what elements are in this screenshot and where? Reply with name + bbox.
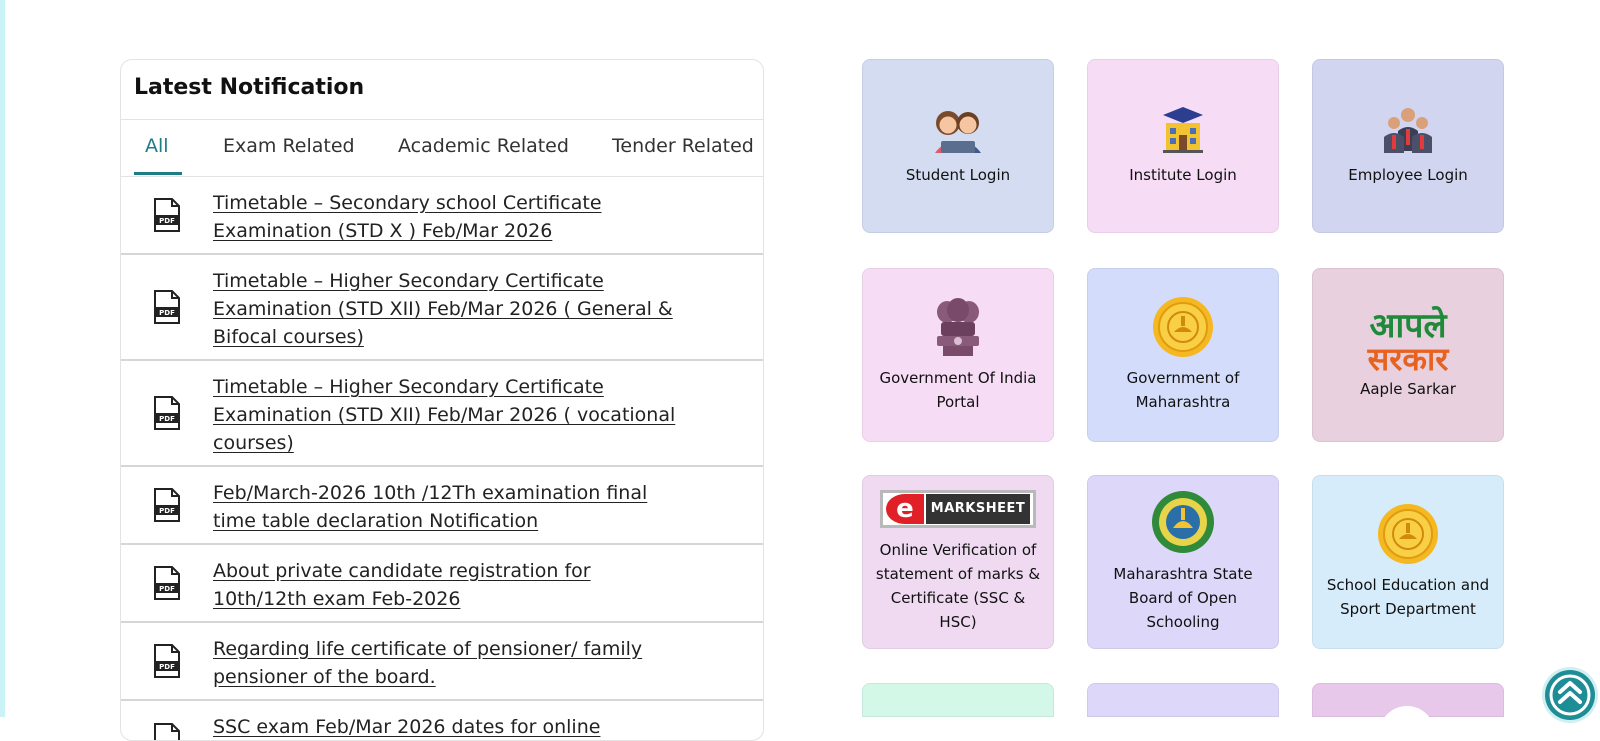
institute-building-icon bbox=[1158, 105, 1208, 155]
tile-label: Government of Maharashtra bbox=[1126, 369, 1240, 411]
pdf-icon: PDF bbox=[154, 290, 180, 324]
list-item: PDF About private candidate registration… bbox=[121, 545, 763, 623]
left-edge-strip bbox=[0, 0, 5, 717]
student-login-tile[interactable]: Student Login bbox=[862, 59, 1054, 233]
tab-tender-related[interactable]: Tender Related bbox=[612, 135, 754, 157]
notification-link[interactable]: Feb/March-2026 10th /12Th examination fi… bbox=[213, 479, 683, 535]
list-item: PDF Timetable – Secondary school Certifi… bbox=[121, 177, 763, 255]
government-of-maharashtra-tile[interactable]: Government of Maharashtra bbox=[1087, 268, 1279, 442]
svg-text:PDF: PDF bbox=[159, 663, 175, 671]
students-icon bbox=[931, 105, 985, 155]
tile-label: Student Login bbox=[905, 166, 1011, 184]
institute-login-tile[interactable]: Institute Login bbox=[1087, 59, 1279, 233]
scroll-to-top-button[interactable] bbox=[1545, 670, 1595, 720]
chevron-up-icon bbox=[1549, 674, 1591, 716]
list-item: PDF SSC exam Feb/Mar 2026 dates for onli… bbox=[121, 701, 763, 740]
tile-label: Aaple Sarkar bbox=[1360, 380, 1456, 398]
svg-text:PDF: PDF bbox=[159, 585, 175, 593]
notification-link[interactable]: About private candidate registration for… bbox=[213, 557, 683, 613]
tile-label: Employee Login bbox=[1348, 166, 1468, 184]
aaple-sarkar-tile[interactable]: आपले सरकार Aaple Sarkar bbox=[1312, 268, 1504, 442]
tile-partial[interactable] bbox=[1312, 683, 1504, 736]
notification-link[interactable]: Regarding life certificate of pensioner/… bbox=[213, 635, 683, 691]
tile-label: Online Verification of statement of mark… bbox=[875, 541, 1041, 631]
e-letter-icon: e bbox=[886, 494, 924, 524]
list-item: PDF Timetable – Higher Secondary Certifi… bbox=[121, 255, 763, 361]
notification-link[interactable]: Timetable – Secondary school Certificate… bbox=[213, 189, 683, 245]
tile-label: School Education and Sport Department bbox=[1326, 576, 1490, 618]
maharashtra-seal-icon bbox=[1377, 503, 1439, 565]
tile-label: Maharashtra State Board of Open Schoolin… bbox=[1113, 565, 1253, 631]
tile-icon-partial bbox=[1379, 706, 1435, 736]
employees-icon bbox=[1382, 105, 1434, 155]
active-tab-indicator bbox=[134, 172, 182, 175]
logo-text: सरकार bbox=[1367, 340, 1449, 378]
national-emblem-icon bbox=[931, 296, 985, 358]
pdf-icon: PDF bbox=[154, 396, 180, 430]
pdf-icon: PDF bbox=[154, 198, 180, 232]
pdf-icon: PDF bbox=[154, 723, 180, 740]
pdf-icon: PDF bbox=[154, 488, 180, 522]
aaple-sarkar-logo: आपले सरकार bbox=[1368, 309, 1449, 375]
notification-link[interactable]: SSC exam Feb/Mar 2026 dates for online bbox=[213, 713, 683, 740]
tab-exam-related[interactable]: Exam Related bbox=[223, 135, 355, 157]
list-item: PDF Regarding life certificate of pensio… bbox=[121, 623, 763, 701]
svg-text:PDF: PDF bbox=[159, 309, 175, 317]
online-verification-tile[interactable]: e MARKSHEET Online Verification of state… bbox=[862, 475, 1054, 649]
tab-academic-related[interactable]: Academic Related bbox=[398, 135, 569, 157]
tile-label: Government Of India Portal bbox=[879, 369, 1037, 411]
latest-notification-panel: Latest Notification All Exam Related Aca… bbox=[120, 59, 764, 741]
logo-text: आपले bbox=[1369, 306, 1447, 346]
list-item: PDF Timetable – Higher Secondary Certifi… bbox=[121, 361, 763, 467]
notification-tabs: All Exam Related Academic Related Tender… bbox=[121, 120, 763, 177]
pdf-icon: PDF bbox=[154, 566, 180, 600]
maharashtra-seal-icon bbox=[1152, 296, 1214, 358]
tile-partial[interactable] bbox=[1087, 683, 1279, 717]
emarksheet-logo: e MARKSHEET bbox=[880, 490, 1036, 528]
employee-login-tile[interactable]: Employee Login bbox=[1312, 59, 1504, 233]
list-item: PDF Feb/March-2026 10th /12Th examinatio… bbox=[121, 467, 763, 545]
svg-text:PDF: PDF bbox=[159, 217, 175, 225]
government-of-india-portal-tile[interactable]: Government Of India Portal bbox=[862, 268, 1054, 442]
msbos-seal-icon bbox=[1151, 490, 1215, 554]
panel-title: Latest Notification bbox=[121, 60, 763, 120]
pdf-icon: PDF bbox=[154, 644, 180, 678]
svg-text:PDF: PDF bbox=[159, 507, 175, 515]
school-education-sport-tile[interactable]: School Education and Sport Department bbox=[1312, 475, 1504, 649]
logo-text: MARKSHEET bbox=[926, 494, 1030, 524]
tab-all[interactable]: All bbox=[145, 135, 169, 157]
notification-link[interactable]: Timetable – Higher Secondary Certificate… bbox=[213, 267, 683, 351]
tile-label: Institute Login bbox=[1129, 166, 1237, 184]
svg-text:PDF: PDF bbox=[159, 415, 175, 423]
tile-partial[interactable] bbox=[862, 683, 1054, 717]
msbos-tile[interactable]: Maharashtra State Board of Open Schoolin… bbox=[1087, 475, 1279, 649]
notification-link[interactable]: Timetable – Higher Secondary Certificate… bbox=[213, 373, 683, 457]
